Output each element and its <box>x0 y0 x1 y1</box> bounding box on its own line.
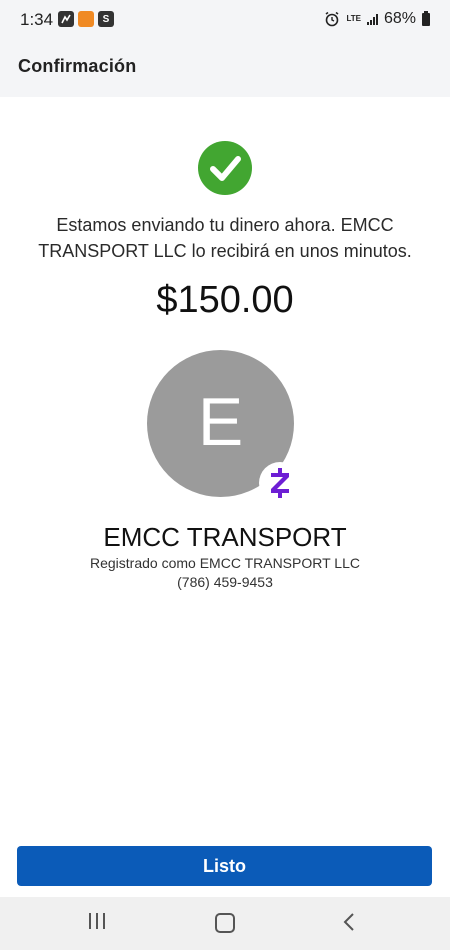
home-icon[interactable] <box>215 913 235 933</box>
s-notification-icon: S <box>98 11 114 27</box>
recipient-registered-name: Registrado como EMCC TRANSPORT LLC <box>90 555 360 571</box>
app-notification-icon <box>58 11 74 27</box>
status-indicators: LTE 68% <box>324 10 430 28</box>
confirmation-panel: Estamos enviando tu dinero ahora. EMCC T… <box>0 97 450 897</box>
battery-icon <box>422 10 430 26</box>
system-nav-bar <box>0 897 450 950</box>
check-icon <box>198 141 252 195</box>
page-title: Confirmación <box>18 56 137 76</box>
alarm-icon <box>325 11 339 27</box>
signal-icon <box>366 13 378 25</box>
recipient-phone: (786) 459-9453 <box>177 574 273 590</box>
status-time: 1:34 <box>20 10 54 29</box>
done-button[interactable]: Listo <box>17 846 432 886</box>
store-notification-icon <box>78 11 94 27</box>
back-icon[interactable] <box>342 912 356 932</box>
notification-icons: S <box>58 11 114 27</box>
recipient-name: EMCC TRANSPORT <box>103 522 347 552</box>
battery-percent: 68% <box>383 10 416 27</box>
avatar-initial: E <box>197 384 244 460</box>
network-type: LTE <box>346 14 361 23</box>
recents-icon[interactable] <box>89 913 105 929</box>
app-header: Confirmación <box>0 42 450 97</box>
amount-sent: $150.00 <box>156 279 294 321</box>
zelle-icon <box>259 462 301 504</box>
confirmation-message: Estamos enviando tu dinero ahora. EMCC T… <box>38 215 412 261</box>
status-bar: 1:34 S LTE 68% <box>0 0 450 42</box>
